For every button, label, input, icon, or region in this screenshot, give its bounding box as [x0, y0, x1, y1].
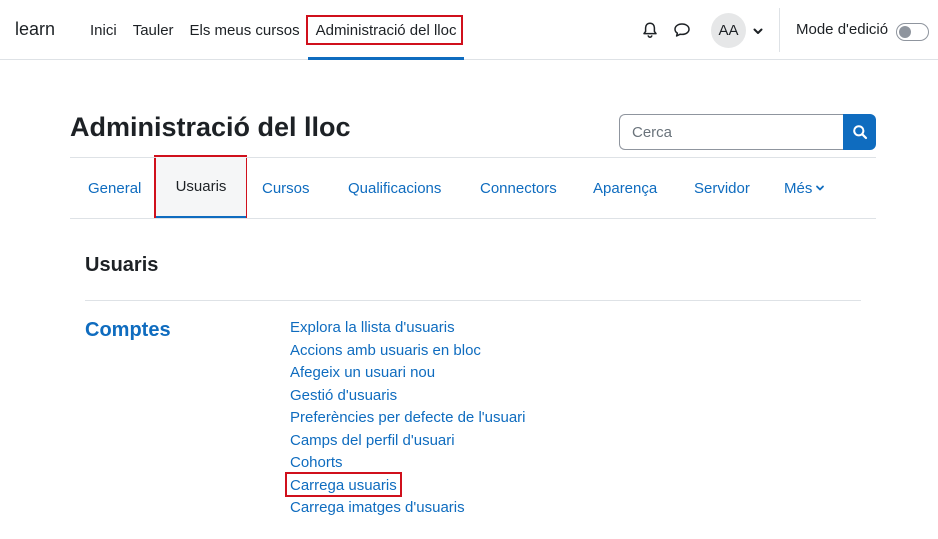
page-title: Administració del lloc [70, 112, 351, 142]
tab-more[interactable]: Més [784, 157, 825, 219]
edit-mode-toggle[interactable] [896, 23, 929, 41]
link-upload-user-pictures[interactable]: Carrega imatges d'usuaris [290, 498, 526, 521]
link-add-new-user[interactable]: Afegeix un usuari nou [290, 363, 526, 386]
link-browse-users[interactable]: Explora la llista d'usuaris [290, 318, 526, 341]
nav-home[interactable]: Inici [82, 0, 125, 60]
link-upload-users[interactable]: Carrega usuaris [290, 476, 526, 499]
section-title: Usuaris [85, 254, 159, 276]
tab-grades[interactable]: Qualificacions [348, 157, 441, 219]
search-icon [852, 125, 867, 140]
link-user-default-preferences[interactable]: Preferències per defecte de l'usuari [290, 408, 526, 431]
accounts-links: Explora la llista d'usuaris Accions amb … [290, 318, 526, 521]
tab-appearance[interactable]: Aparença [593, 157, 657, 219]
tab-server[interactable]: Servidor [694, 157, 750, 219]
tabs-bottom-divider [70, 218, 876, 219]
tab-plugins[interactable]: Connectors [480, 157, 557, 219]
toggle-knob [899, 26, 911, 38]
link-user-profile-fields[interactable]: Camps del perfil d'usuari [290, 431, 526, 454]
primary-nav: Inici Tauler Els meus cursos Administrac… [82, 0, 465, 60]
user-avatar[interactable]: AA [711, 13, 746, 48]
chevron-down-icon [816, 185, 825, 191]
site-brand[interactable]: learn [15, 19, 55, 40]
navbar-divider [779, 8, 780, 52]
bell-icon[interactable] [641, 21, 659, 39]
top-navbar: learn Inici Tauler Els meus cursos Admin… [0, 0, 938, 60]
admin-tabs: General Usuaris Cursos Qualificacions Co… [70, 157, 876, 219]
search-button[interactable] [843, 114, 876, 150]
tab-general[interactable]: General [88, 157, 141, 219]
nav-dashboard[interactable]: Tauler [125, 0, 182, 60]
tab-users[interactable]: Usuaris [156, 157, 246, 219]
tab-courses[interactable]: Cursos [262, 157, 310, 219]
link-bulk-user-actions[interactable]: Accions amb usuaris en bloc [290, 341, 526, 364]
link-user-management[interactable]: Gestió d'usuaris [290, 386, 526, 409]
chat-bubble-icon[interactable] [672, 21, 692, 39]
section-divider [85, 300, 861, 301]
chevron-down-icon[interactable] [752, 24, 764, 36]
tab-more-label: Més [784, 179, 813, 197]
link-cohorts[interactable]: Cohorts [290, 453, 526, 476]
nav-site-admin[interactable]: Administració del lloc [307, 0, 465, 60]
group-title-accounts[interactable]: Comptes [85, 319, 171, 342]
search-input[interactable] [619, 114, 843, 150]
nav-my-courses[interactable]: Els meus cursos [182, 0, 308, 60]
search-box [619, 114, 876, 150]
edit-mode-label: Mode d'edició [796, 21, 889, 38]
